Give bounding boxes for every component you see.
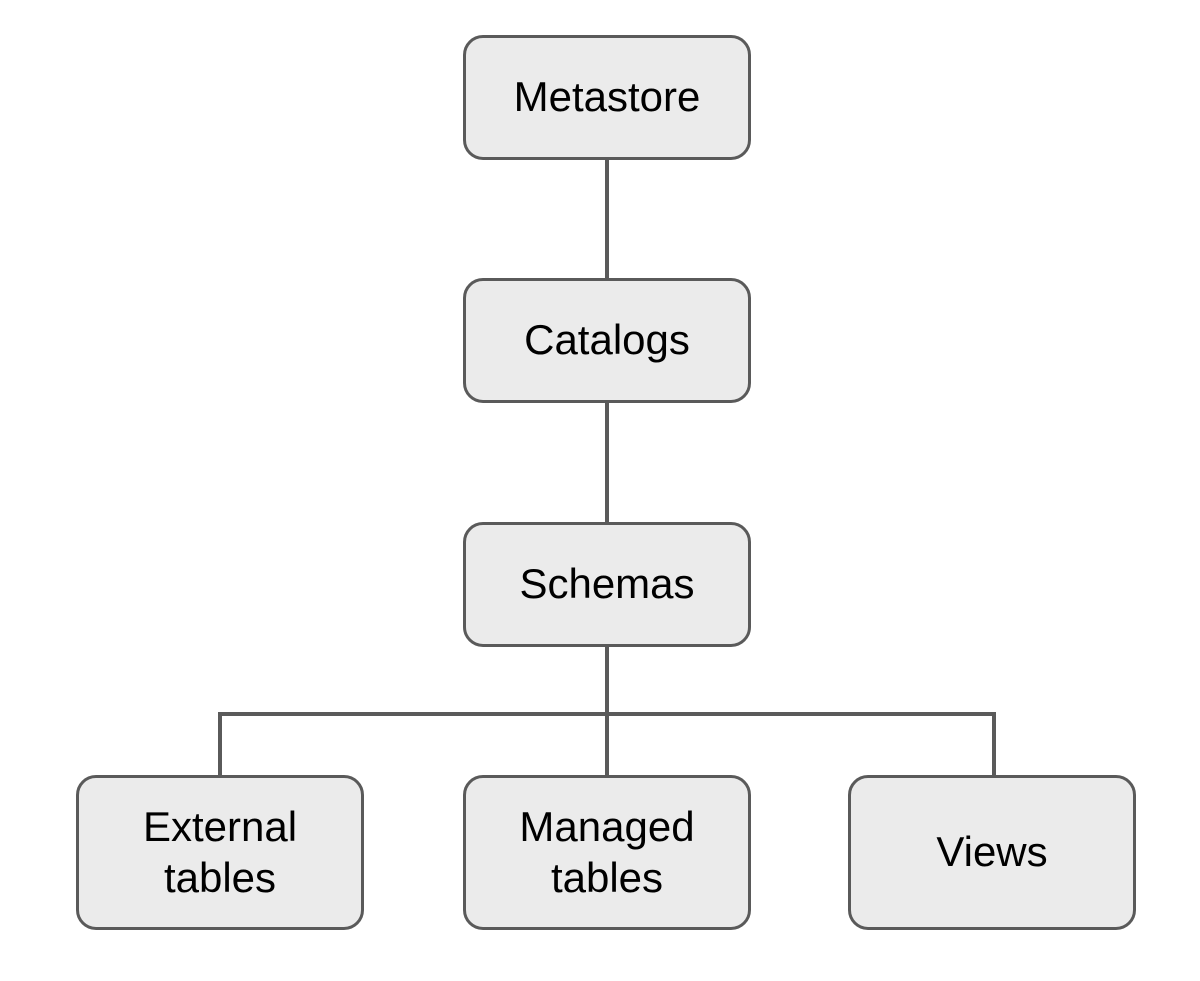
- node-managed-tables: Managedtables: [463, 775, 751, 930]
- node-catalogs-label: Catalogs: [524, 315, 690, 365]
- node-views-label: Views: [936, 827, 1047, 877]
- connector-catalogs-schemas: [605, 403, 609, 522]
- connector-metastore-catalogs: [605, 160, 609, 278]
- connector-branch-views: [992, 712, 996, 775]
- node-managed-tables-label: Managedtables: [519, 802, 694, 903]
- node-schemas: Schemas: [463, 522, 751, 647]
- connector-branch-managed: [605, 712, 609, 775]
- node-external-tables: Externaltables: [76, 775, 364, 930]
- node-schemas-label: Schemas: [519, 559, 694, 609]
- node-external-tables-label: Externaltables: [143, 802, 297, 903]
- connector-schemas-branch: [605, 647, 609, 716]
- node-metastore: Metastore: [463, 35, 751, 160]
- node-catalogs: Catalogs: [463, 278, 751, 403]
- connector-branch-external: [218, 712, 222, 775]
- node-views: Views: [848, 775, 1136, 930]
- node-metastore-label: Metastore: [514, 72, 701, 122]
